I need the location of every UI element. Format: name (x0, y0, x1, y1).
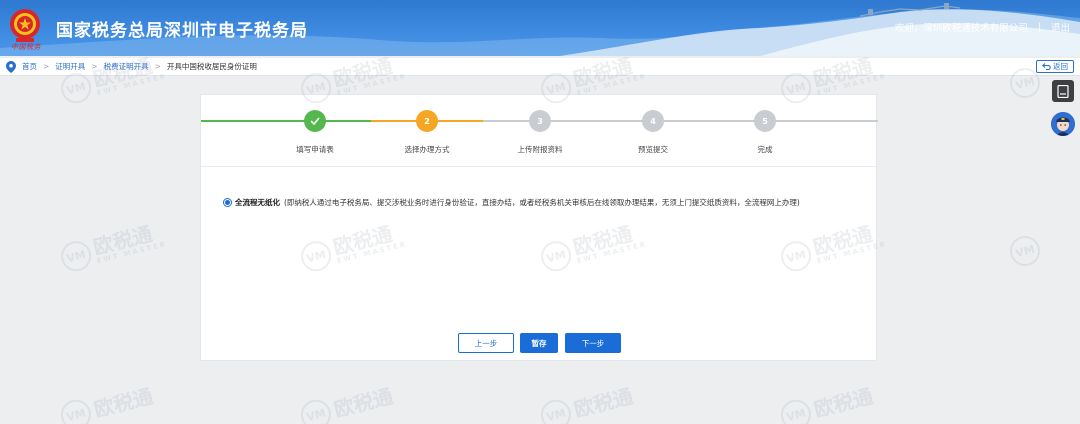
watermark: VM 欧税通 (57, 381, 156, 424)
processing-method-option: 全流程无纸化 (即纳税人通过电子税务局、提交涉税业务时进行身份验证，直接办结，或… (223, 197, 800, 208)
watermark-logo: VM (777, 396, 815, 424)
progress-steps: 2 3 4 5 填写申请表 选择办理方式 上传附报资料 预览提交 完成 (201, 95, 878, 167)
watermark: VM 欧税通EWT MASTER (57, 220, 168, 275)
breadcrumb-tax-certificate[interactable]: 税费证明开具 (104, 61, 149, 72)
watermark-text: 欧税通 (811, 383, 876, 422)
watermark-text: 欧税通 (331, 383, 396, 422)
notebook-tool-button[interactable] (1052, 80, 1074, 102)
breadcrumb-certificate-issue[interactable]: 证明开具 (55, 61, 85, 72)
step-2-label: 选择办理方式 (404, 145, 450, 154)
watermark-logo: VM (297, 396, 335, 424)
watermark: VM 欧税通 (777, 381, 876, 424)
step-2-current: 2 (416, 110, 438, 132)
save-draft-button[interactable]: 暂存 (520, 333, 558, 353)
tax-emblem-icon (10, 9, 40, 42)
step-3-label: 上传附报资料 (517, 145, 563, 154)
step-4-pending: 4 (642, 110, 664, 132)
progress-track-done (201, 120, 316, 122)
back-button-label: 返回 (1053, 62, 1068, 71)
breadcrumb-current: 开具中国税收居民身份证明 (166, 62, 257, 71)
watermark-text: 欧税通EWT MASTER (90, 221, 168, 266)
option-description: (即纳税人通过电子税务局、提交涉税业务时进行身份验证，直接办结，或者经税务机关审… (284, 198, 800, 207)
assistant-avatar[interactable] (1051, 112, 1075, 136)
step-1-label: 填写申请表 (296, 145, 334, 154)
checkmark-icon (310, 117, 320, 125)
watermark: VM 欧税通 (297, 381, 396, 424)
welcome-text: 欢迎，深圳欧税通技术有限公司 (894, 23, 1028, 34)
tax-officer-avatar-icon (1051, 112, 1075, 136)
breadcrumb: 首页 > 证明开具 > 税费证明开具 > 开具中国税收居民身份证明 返回 (0, 58, 1080, 76)
watermark-logo: VM (57, 396, 95, 424)
breadcrumb-separator: > (43, 62, 50, 71)
watermark-text: 欧税通 (91, 383, 156, 422)
step-4-label: 预览提交 (638, 145, 668, 154)
watermark-logo: VM (57, 238, 95, 275)
emblem-caption: 中国税务 (11, 43, 41, 51)
radio-selected-dot (225, 200, 230, 205)
option-label[interactable]: 全流程无纸化 (235, 197, 280, 208)
logout-link[interactable]: 退出 (1051, 20, 1070, 34)
breadcrumb-separator: > (154, 62, 161, 71)
watermark-logo: VM (537, 396, 575, 424)
breadcrumb-separator: > (91, 62, 98, 71)
paperless-radio[interactable] (223, 198, 232, 207)
watermark-text: 欧税通 (571, 383, 636, 422)
step-5-label: 完成 (757, 145, 773, 154)
step-1-done (304, 110, 326, 132)
watermark: VM 欧税通 (537, 381, 636, 424)
header-user-area: 欢迎，深圳欧税通技术有限公司 | 退出 (894, 20, 1070, 35)
notebook-icon (1057, 84, 1069, 98)
prev-step-button[interactable]: 上一步 (458, 333, 514, 353)
top-header: 中国税务 国家税务总局深圳市电子税务局 欢迎，深圳欧税通技术有限公司 | 退出 (0, 0, 1080, 56)
return-arrow-icon (1042, 63, 1051, 70)
wizard-panel: 2 3 4 5 填写申请表 选择办理方式 上传附报资料 预览提交 完成 全流程无… (200, 94, 878, 361)
header-separator: | (1037, 21, 1041, 33)
step-3-pending: 3 (529, 110, 551, 132)
location-pin-icon (6, 60, 16, 73)
breadcrumb-home[interactable]: 首页 (22, 61, 37, 72)
site-title: 国家税务总局深圳市电子税务局 (56, 21, 308, 41)
next-step-button[interactable]: 下一步 (565, 333, 621, 353)
back-button[interactable]: 返回 (1036, 60, 1074, 73)
step-5-pending: 5 (754, 110, 776, 132)
watermark: VM (1006, 232, 1044, 270)
watermark-logo: VM (1006, 232, 1044, 270)
